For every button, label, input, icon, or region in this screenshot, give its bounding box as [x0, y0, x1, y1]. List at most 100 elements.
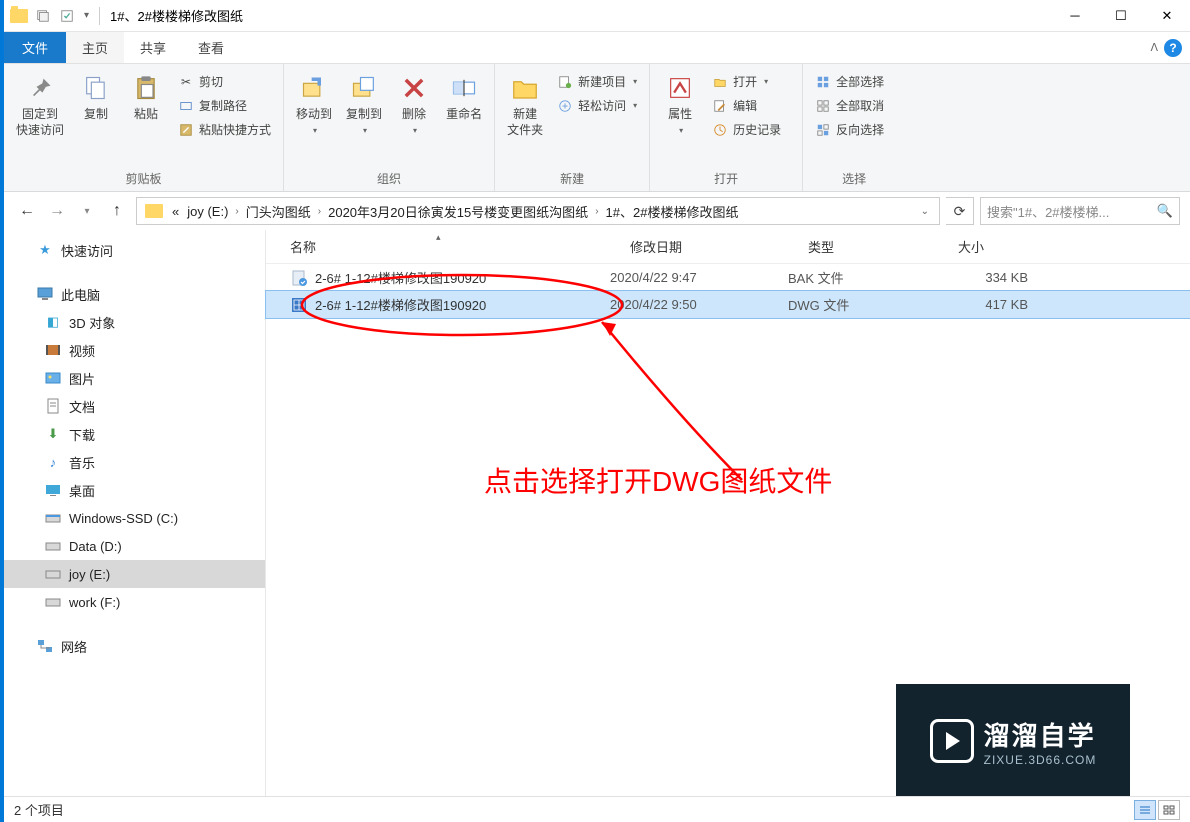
newfolder-button[interactable]: 新建 文件夹 — [501, 68, 549, 142]
crumb-root[interactable]: « — [169, 204, 182, 219]
tree-item[interactable]: ⬇下载 — [4, 420, 265, 448]
moveto-button[interactable]: 移动到 ▾ — [290, 68, 338, 139]
tree-item[interactable]: ♪音乐 — [4, 448, 265, 476]
collapse-ribbon[interactable]: ᐱ — [1150, 41, 1158, 54]
help-icon[interactable]: ? — [1164, 39, 1182, 57]
cut-button[interactable]: ✂剪切 — [172, 70, 277, 93]
drive-icon — [44, 594, 62, 610]
qat-dropdown[interactable]: ▾ — [80, 10, 93, 21]
details-view-button[interactable] — [1134, 800, 1156, 820]
bak-file-icon — [290, 269, 308, 287]
ribbon-tabs: 文件 主页 共享 查看 ᐱ ? — [4, 32, 1190, 64]
crumb[interactable]: 2020年3月20日徐寅发15号楼变更图纸沟图纸 — [325, 202, 591, 221]
properties-button[interactable]: 属性 ▾ — [656, 68, 704, 139]
tab-share[interactable]: 共享 — [124, 32, 182, 63]
edit-icon — [712, 98, 728, 114]
tree-item[interactable]: 视频 — [4, 336, 265, 364]
copyto-button[interactable]: 复制到 ▾ — [340, 68, 388, 139]
tree-item-selected[interactable]: joy (E:) — [4, 560, 265, 588]
search-icon: 🔍 — [1157, 203, 1173, 219]
tree-network[interactable]: 网络 — [4, 632, 265, 660]
col-date[interactable]: 修改日期 — [606, 237, 784, 256]
pictures-icon — [44, 370, 62, 386]
group-organize: 移动到 ▾ 复制到 ▾ 删除 ▾ 重命名 组织 — [284, 64, 495, 191]
dwg-file-icon — [290, 296, 308, 314]
paste-button[interactable]: 粘贴 — [122, 68, 170, 127]
minimize-button[interactable]: ─ — [1052, 0, 1098, 32]
file-row-selected[interactable]: 2-6# 1-12#楼梯修改图190920 2020/4/22 9:50 DWG… — [266, 291, 1190, 318]
newfolder-icon — [509, 72, 541, 104]
video-icon — [44, 342, 62, 358]
copyto-icon — [348, 72, 380, 104]
newitem-icon — [557, 74, 573, 90]
title-bar: ▾ 1#、2#楼楼梯修改图纸 ─ ☐ ✕ — [4, 0, 1190, 32]
shortcut-icon — [178, 122, 194, 138]
qat: ▾ — [4, 5, 108, 27]
invert-button[interactable]: 反向选择 — [809, 118, 899, 141]
pin-quickaccess-button[interactable]: 固定到 快速访问 — [10, 68, 70, 142]
qat-item[interactable] — [56, 5, 78, 27]
tree-item[interactable]: Windows-SSD (C:) — [4, 504, 265, 532]
tab-file[interactable]: 文件 — [4, 32, 66, 63]
drive-icon — [44, 538, 62, 554]
tree-item[interactable]: 桌面 — [4, 476, 265, 504]
music-icon: ♪ — [44, 454, 62, 470]
invert-icon — [815, 122, 831, 138]
rename-icon — [448, 72, 480, 104]
tree-item[interactable]: ◧3D 对象 — [4, 308, 265, 336]
pc-icon — [36, 286, 54, 302]
drive-icon — [44, 566, 62, 582]
copy-button[interactable]: 复制 — [72, 68, 120, 127]
open-button[interactable]: 打开▾ — [706, 70, 796, 93]
history-dropdown[interactable]: ▾ — [74, 198, 100, 224]
group-select: 全部选择 全部取消 反向选择 选择 — [803, 64, 905, 191]
pasteshortcut-button[interactable]: 粘贴快捷方式 — [172, 118, 277, 141]
history-button[interactable]: 历史记录 — [706, 118, 796, 141]
up-button[interactable]: ↑ — [104, 198, 130, 224]
icons-view-button[interactable] — [1158, 800, 1180, 820]
column-headers[interactable]: ▴ 名称 修改日期 类型 大小 — [266, 230, 1190, 264]
newitem-button[interactable]: 新建项目▾ — [551, 70, 643, 93]
tree-quickaccess[interactable]: ★ 快速访问 — [4, 236, 265, 264]
tab-home[interactable]: 主页 — [66, 32, 124, 63]
qat-item[interactable] — [32, 5, 54, 27]
col-type[interactable]: 类型 — [784, 237, 934, 256]
crumb[interactable]: joy (E:) — [184, 204, 231, 219]
selectall-button[interactable]: 全部选择 — [809, 70, 899, 93]
crumb[interactable]: 门头沟图纸 — [243, 202, 314, 221]
refresh-button[interactable]: ⟳ — [946, 197, 974, 225]
group-new: 新建 文件夹 新建项目▾ 轻松访问▾ 新建 — [495, 64, 650, 191]
address-dropdown[interactable]: ⌄ — [915, 206, 935, 217]
file-row[interactable]: 2-6# 1-12#楼梯修改图190920 2020/4/22 9:47 BAK… — [266, 264, 1190, 291]
pin-icon — [24, 72, 56, 104]
cube-icon: ◧ — [44, 314, 62, 330]
selectnone-icon — [815, 98, 831, 114]
rename-button[interactable]: 重命名 — [440, 68, 488, 127]
forward-button[interactable]: → — [44, 198, 70, 224]
edit-button[interactable]: 编辑 — [706, 94, 796, 117]
tree-item[interactable]: 图片 — [4, 364, 265, 392]
col-size[interactable]: 大小 — [934, 237, 1044, 256]
delete-button[interactable]: 删除 ▾ — [390, 68, 438, 139]
history-icon — [712, 122, 728, 138]
tab-view[interactable]: 查看 — [182, 32, 240, 63]
search-input[interactable]: 搜索"1#、2#楼楼梯... 🔍 — [980, 197, 1180, 225]
properties-icon — [664, 72, 696, 104]
tree-item[interactable]: Data (D:) — [4, 532, 265, 560]
maximize-button[interactable]: ☐ — [1098, 0, 1144, 32]
folder-icon — [8, 5, 30, 27]
address-bar[interactable]: « joy (E:)› 门头沟图纸› 2020年3月20日徐寅发15号楼变更图纸… — [136, 197, 940, 225]
tree-item[interactable]: work (F:) — [4, 588, 265, 616]
easyaccess-button[interactable]: 轻松访问▾ — [551, 94, 643, 117]
tree-item[interactable]: 文档 — [4, 392, 265, 420]
tree-thispc[interactable]: 此电脑 — [4, 280, 265, 308]
selectnone-button[interactable]: 全部取消 — [809, 94, 899, 117]
window-title: 1#、2#楼楼梯修改图纸 — [108, 6, 243, 25]
watermark: 溜溜自学 ZIXUE.3D66.COM — [896, 684, 1130, 798]
star-icon: ★ — [36, 242, 54, 258]
back-button[interactable]: ← — [14, 198, 40, 224]
close-button[interactable]: ✕ — [1144, 0, 1190, 32]
crumb[interactable]: 1#、2#楼楼梯修改图纸 — [603, 202, 742, 221]
copypath-button[interactable]: 复制路径 — [172, 94, 277, 117]
folder-icon — [145, 204, 163, 218]
